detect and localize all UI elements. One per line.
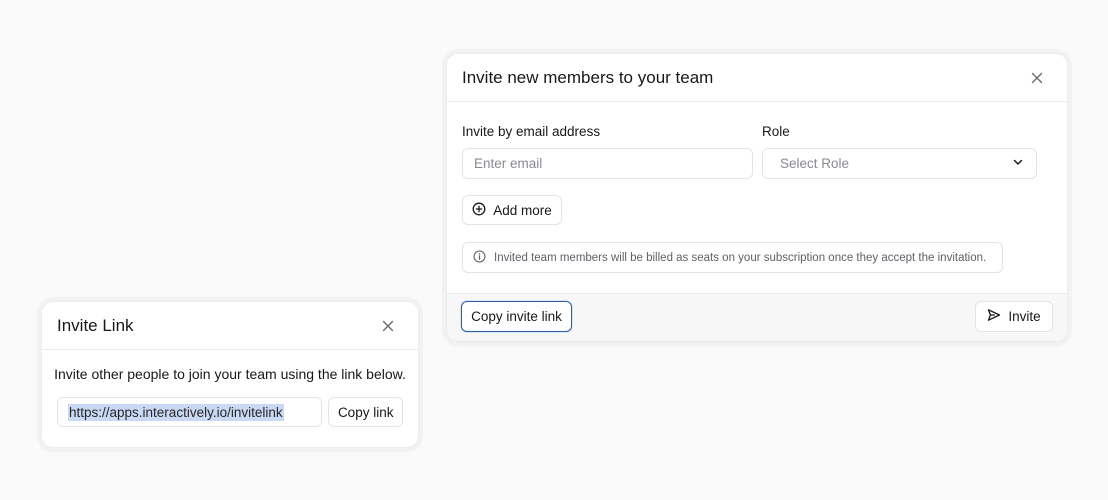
copy-link-button[interactable]: Copy link (328, 397, 403, 427)
invite-button[interactable]: Invite (975, 301, 1053, 332)
invite-link-value: https://apps.interactively.io/invitelink (68, 403, 284, 421)
email-field[interactable]: Enter email (462, 148, 753, 179)
dialog-title: Invite Link (57, 315, 134, 335)
add-more-label: Add more (493, 202, 552, 218)
invite-label: Invite (1008, 309, 1041, 324)
billing-notice: Invited team members will be billed as s… (462, 242, 1003, 273)
dialog-title: Invite new members to your team (462, 67, 714, 87)
add-more-button[interactable]: Add more (462, 195, 562, 225)
dialog-description: Invite other people to join your team us… (54, 366, 406, 382)
dialog-header: Invite Link (42, 302, 418, 350)
role-label: Role (762, 124, 790, 139)
email-label: Invite by email address (462, 124, 601, 139)
invite-link-dialog: Invite Link Invite other people to join … (41, 301, 419, 448)
send-icon (987, 308, 1001, 325)
invite-link-field[interactable]: https://apps.interactively.io/invitelink (57, 397, 323, 427)
close-icon[interactable] (1029, 70, 1045, 86)
chevron-down-icon (1012, 156, 1024, 171)
dialog-footer: Copy invite link Invite (447, 293, 1067, 341)
email-placeholder: Enter email (474, 156, 543, 171)
copy-invite-link-button[interactable]: Copy invite link (461, 301, 572, 332)
invite-members-dialog: Invite new members to your team Invite b… (446, 53, 1068, 342)
link-row: https://apps.interactively.io/invitelink… (42, 397, 418, 427)
info-icon (473, 249, 486, 266)
dialog-header: Invite new members to your team (447, 54, 1067, 102)
billing-notice-text: Invited team members will be billed as s… (494, 251, 987, 264)
plus-circle-icon (472, 202, 486, 219)
role-placeholder: Select Role (780, 156, 850, 171)
role-select[interactable]: Select Role (762, 148, 1037, 179)
close-icon[interactable] (380, 318, 396, 334)
